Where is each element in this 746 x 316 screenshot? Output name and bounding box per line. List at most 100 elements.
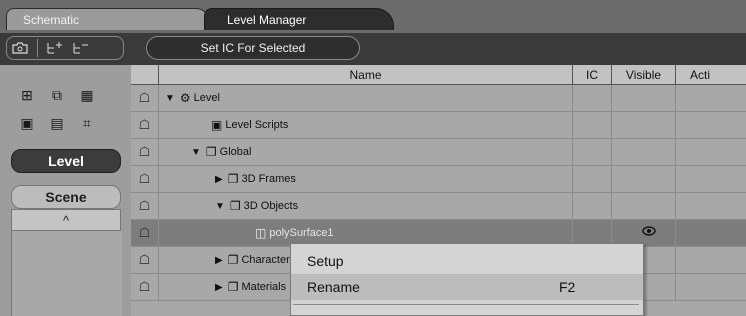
mesh-icon: ◫ bbox=[255, 226, 267, 240]
row-label: Level Scripts bbox=[225, 119, 289, 131]
toolbar-icon-group bbox=[6, 36, 124, 60]
cell-divider bbox=[675, 166, 676, 192]
status-icon[interactable]: ☖ bbox=[131, 166, 159, 192]
chevron-up-icon: ^ bbox=[62, 212, 70, 228]
cell-divider bbox=[572, 193, 573, 219]
column-header-name[interactable]: Name bbox=[158, 65, 572, 84]
expand-tree-icon[interactable] bbox=[42, 38, 68, 58]
column-ic-label: IC bbox=[586, 67, 598, 82]
status-icon[interactable]: ☖ bbox=[131, 274, 159, 300]
cell-divider bbox=[675, 247, 676, 273]
set-ic-label: Set IC For Selected bbox=[200, 41, 306, 55]
status-icon[interactable]: ☖ bbox=[131, 112, 159, 138]
column-header-active[interactable]: Acti bbox=[675, 65, 746, 84]
column-header-visible[interactable]: Visible bbox=[611, 65, 675, 84]
menu-item-label: Setup bbox=[307, 253, 344, 269]
menu-item-label: Rename bbox=[307, 279, 360, 295]
view-icon-row-1: ⊞ ⧉ ▦ bbox=[18, 87, 96, 103]
status-icon[interactable]: ☖ bbox=[131, 247, 159, 273]
left-panel: ⊞ ⧉ ▦ ▣ ▤ ⌗ Level Scene ^ bbox=[0, 65, 131, 316]
film-icon[interactable]: ▣ bbox=[18, 115, 36, 131]
menu-item-setup[interactable]: Setup bbox=[291, 248, 643, 274]
menu-item-rename[interactable]: Rename F2 bbox=[291, 274, 643, 300]
folder-icon: ❐ bbox=[227, 172, 239, 186]
table-row[interactable]: ☖ ▼ ❐ 3D Objects bbox=[131, 193, 746, 220]
status-icon[interactable]: ☖ bbox=[131, 220, 159, 246]
collapse-button[interactable]: ^ bbox=[11, 209, 121, 231]
cell-divider bbox=[611, 112, 612, 138]
status-icon[interactable]: ☖ bbox=[131, 85, 159, 111]
row-name: ▼ ❐ Global bbox=[191, 139, 251, 165]
row-label: 3D Objects bbox=[243, 200, 299, 212]
row-label: Global bbox=[219, 146, 252, 158]
folder-icon: ❐ bbox=[227, 280, 239, 294]
cell-divider bbox=[675, 193, 676, 219]
cell-divider bbox=[675, 112, 676, 138]
folder-icon: ❐ bbox=[229, 199, 241, 213]
set-ic-for-selected-button[interactable]: Set IC For Selected bbox=[146, 36, 360, 60]
table-row[interactable]: ☖ ▶ ❐ 3D Frames bbox=[131, 166, 746, 193]
monitor-icon[interactable]: ▤ bbox=[48, 115, 66, 131]
table-row[interactable]: ☖ ▣ Level Scripts bbox=[131, 112, 746, 139]
row-label: 3D Frames bbox=[241, 173, 296, 185]
toolbar: Set IC For Selected bbox=[0, 33, 746, 65]
tab-level-manager-label: Level Manager bbox=[227, 12, 307, 27]
row-name: ▣ Level Scripts bbox=[211, 112, 288, 138]
hierarchy-icon[interactable]: ⌗ bbox=[78, 115, 96, 131]
collapse-tree-icon[interactable] bbox=[68, 38, 94, 58]
column-header-ic[interactable]: IC bbox=[572, 65, 611, 84]
grid-view-icon[interactable]: ⊞ bbox=[18, 87, 36, 103]
tab-schematic[interactable]: Schematic bbox=[6, 8, 210, 30]
column-name-label: Name bbox=[349, 67, 382, 82]
status-icon[interactable]: ☖ bbox=[131, 139, 159, 165]
table-row[interactable]: ☖ ▼ ⚙ Level bbox=[131, 85, 746, 112]
folder-icon: ❐ bbox=[227, 253, 239, 267]
level-icon: ⚙ bbox=[179, 91, 191, 105]
cell-divider bbox=[572, 85, 573, 111]
cell-divider bbox=[611, 166, 612, 192]
tab-schematic-label: Schematic bbox=[23, 12, 80, 27]
row-label: Materials bbox=[241, 281, 287, 293]
menu-divider bbox=[293, 304, 639, 305]
view-icon-row-2: ▣ ▤ ⌗ bbox=[18, 115, 96, 131]
row-label: Characters bbox=[241, 254, 296, 266]
camera-icon[interactable] bbox=[7, 38, 33, 58]
table-row[interactable]: ☖ ▼ ❐ Global bbox=[131, 139, 746, 166]
cell-divider bbox=[675, 220, 676, 246]
status-icon[interactable]: ☖ bbox=[131, 193, 159, 219]
row-name: ▶ ❐ Characters bbox=[215, 247, 295, 273]
row-name: ▶ ❐ Materials bbox=[215, 274, 286, 300]
cell-divider bbox=[572, 166, 573, 192]
tab-bar: Schematic Level Manager bbox=[0, 0, 746, 33]
row-name: ▼ ⚙ Level bbox=[165, 85, 220, 111]
copy-view-icon[interactable]: ⧉ bbox=[48, 87, 66, 103]
expand-arrow-icon[interactable]: ▼ bbox=[165, 93, 175, 104]
scene-button[interactable]: Scene bbox=[11, 185, 121, 209]
cell-divider bbox=[611, 85, 612, 111]
eye-icon[interactable] bbox=[641, 224, 657, 240]
column-visible-label: Visible bbox=[625, 67, 662, 82]
expand-arrow-icon[interactable]: ▶ bbox=[215, 255, 223, 266]
grid-header: Name IC Visible Acti bbox=[131, 65, 746, 85]
row-name: ▼ ❐ 3D Objects bbox=[215, 193, 298, 219]
expand-arrow-icon[interactable]: ▼ bbox=[215, 201, 225, 212]
column-active-label: Acti bbox=[690, 67, 711, 82]
cell-divider bbox=[611, 139, 612, 165]
expand-arrow-icon[interactable]: ▼ bbox=[191, 147, 201, 158]
level-button-label: Level bbox=[48, 153, 84, 169]
scene-button-label: Scene bbox=[45, 189, 87, 205]
cell-divider bbox=[572, 112, 573, 138]
tab-level-manager[interactable]: Level Manager bbox=[204, 8, 394, 30]
cell-divider bbox=[675, 85, 676, 111]
cell-divider bbox=[675, 139, 676, 165]
row-label: Level bbox=[193, 92, 220, 104]
expand-arrow-icon[interactable]: ▶ bbox=[215, 282, 223, 293]
context-menu: Setup Rename F2 bbox=[290, 243, 644, 316]
cell-divider bbox=[675, 274, 676, 300]
level-button[interactable]: Level bbox=[11, 149, 121, 173]
script-icon: ▣ bbox=[211, 118, 223, 132]
expand-arrow-icon[interactable]: ▶ bbox=[215, 174, 223, 185]
status-column-header bbox=[131, 65, 158, 84]
table-view-icon[interactable]: ▦ bbox=[78, 87, 96, 103]
row-label: polySurface1 bbox=[269, 227, 334, 239]
